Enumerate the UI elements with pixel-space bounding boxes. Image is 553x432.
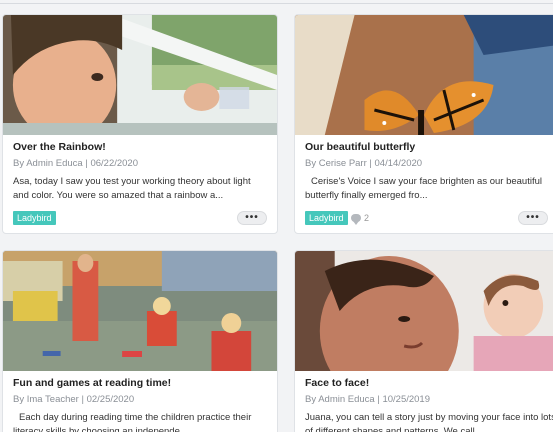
- post-title[interactable]: Over the Rainbow!: [13, 141, 106, 153]
- comment-icon: [351, 214, 361, 225]
- post-card-butterfly[interactable]: Our beautiful butterfly By Cerise Parr |…: [294, 14, 553, 234]
- comment-count[interactable]: 2: [351, 211, 369, 225]
- more-options-button[interactable]: •••: [237, 211, 267, 225]
- comment-count-label: 2: [364, 213, 370, 223]
- post-photo[interactable]: [3, 251, 277, 371]
- post-meta: By Admin Educa | 10/25/2019: [305, 394, 430, 405]
- post-excerpt: Each day during reading time the childre…: [13, 412, 252, 432]
- top-divider: [0, 3, 553, 4]
- room-tag[interactable]: Ladybird: [305, 211, 348, 225]
- post-title[interactable]: Fun and games at reading time!: [13, 377, 171, 389]
- more-options-button[interactable]: •••: [518, 211, 548, 225]
- post-card-reading[interactable]: Fun and games at reading time! By Ima Te…: [2, 250, 278, 432]
- post-excerpt: Asa, today I saw you test your working t…: [13, 176, 251, 201]
- post-card-rainbow[interactable]: Over the Rainbow! By Admin Educa | 06/22…: [2, 14, 278, 234]
- post-photo[interactable]: [295, 251, 553, 371]
- post-title[interactable]: Face to face!: [305, 377, 369, 389]
- post-photo[interactable]: [295, 15, 553, 135]
- post-excerpt: Cerise's Voice I saw your face brighten …: [305, 176, 542, 201]
- post-meta: By Cerise Parr | 04/14/2020: [305, 158, 423, 169]
- post-excerpt: Juana, you can tell a story just by movi…: [305, 412, 553, 432]
- room-tag[interactable]: Ladybird: [13, 211, 56, 225]
- post-meta: By Ima Teacher | 02/25/2020: [13, 394, 135, 405]
- post-card-face[interactable]: Face to face! By Admin Educa | 10/25/201…: [294, 250, 553, 432]
- post-title[interactable]: Our beautiful butterfly: [305, 141, 415, 153]
- post-photo[interactable]: [3, 15, 277, 135]
- post-meta: By Admin Educa | 06/22/2020: [13, 158, 138, 169]
